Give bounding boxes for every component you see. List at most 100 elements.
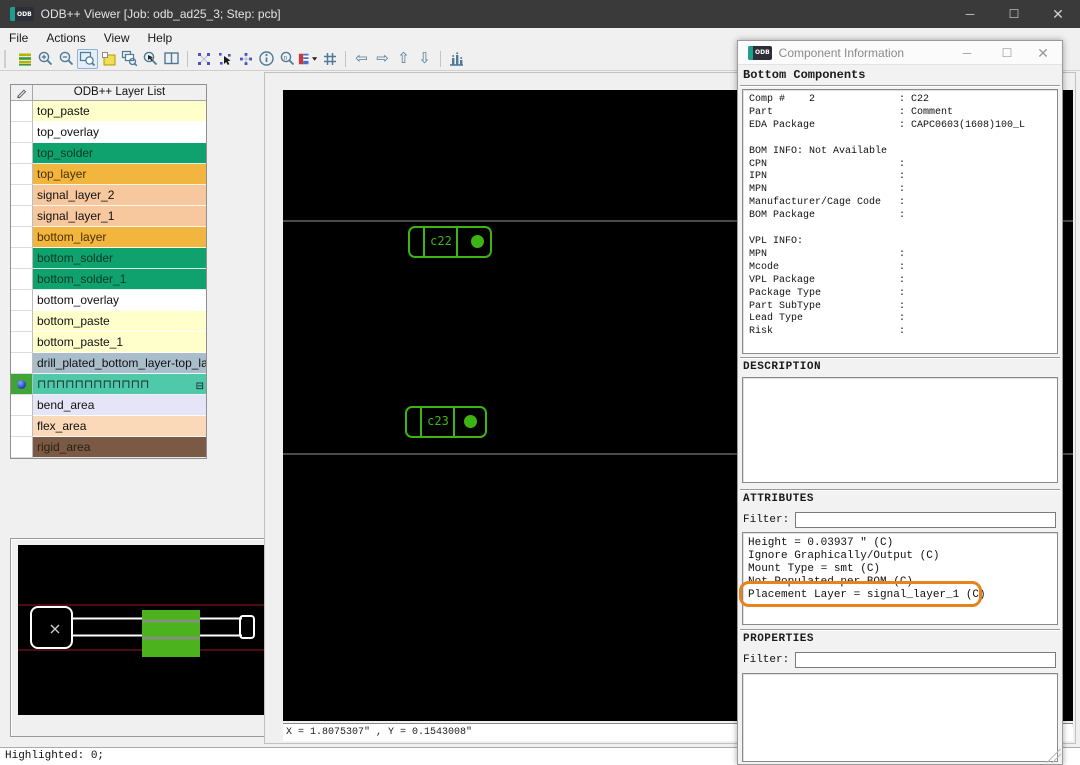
- layer-row[interactable]: bottom_overlay: [11, 290, 206, 311]
- layer-toggle-cell[interactable]: [11, 332, 33, 353]
- layer-toggle-cell[interactable]: [11, 143, 33, 164]
- layer-row[interactable]: bottom_solder_1: [11, 269, 206, 290]
- layer-row[interactable]: drill_plated_bottom_layer-top_layer: [11, 353, 206, 374]
- layer-name[interactable]: signal_layer_1: [33, 206, 206, 227]
- info-icon[interactable]: [256, 49, 277, 69]
- layer-name[interactable]: top_overlay: [33, 122, 206, 143]
- layer-toggle-cell[interactable]: [11, 185, 33, 206]
- layer-name[interactable]: top_paste: [33, 101, 206, 122]
- layer-toggle-cell[interactable]: [11, 290, 33, 311]
- menu-help[interactable]: Help: [139, 30, 182, 46]
- menu-view[interactable]: View: [95, 30, 139, 46]
- zoom-window-icon[interactable]: [77, 49, 98, 69]
- snapshot-icon[interactable]: [98, 49, 119, 69]
- layer-name[interactable]: ⊓⊓⊓⊓⊓⊓⊓⊓⊓⊓⊓⊓⊟: [33, 374, 206, 395]
- zoom-in-icon[interactable]: [35, 49, 56, 69]
- active-layer-dot: [17, 380, 26, 389]
- layer-row[interactable]: bottom_solder: [11, 248, 206, 269]
- layer-row[interactable]: bend_area: [11, 395, 206, 416]
- dialog-close-button[interactable]: ✕: [1028, 41, 1058, 65]
- close-button[interactable]: ✕: [1036, 0, 1080, 28]
- dialog-resize-grip[interactable]: [1047, 749, 1061, 763]
- layer-toggle-cell[interactable]: [11, 227, 33, 248]
- grid-icon[interactable]: [319, 49, 340, 69]
- layer-name[interactable]: bottom_paste: [33, 311, 206, 332]
- layer-toggle-cell[interactable]: [11, 437, 33, 458]
- component-c23[interactable]: c23: [405, 406, 487, 438]
- layer-name[interactable]: bottom_paste_1: [33, 332, 206, 353]
- menu-actions[interactable]: Actions: [37, 30, 94, 46]
- layer-name[interactable]: bottom_overlay: [33, 290, 206, 311]
- layer-row[interactable]: ⊓⊓⊓⊓⊓⊓⊓⊓⊓⊓⊓⊓⊟: [11, 374, 206, 395]
- layer-name[interactable]: bottom_layer: [33, 227, 206, 248]
- pen-icon[interactable]: [11, 85, 33, 100]
- graphic-filter-icon[interactable]: [298, 49, 319, 69]
- layer-name[interactable]: drill_plated_bottom_layer-top_layer: [33, 353, 206, 374]
- zoom-select-icon[interactable]: [140, 49, 161, 69]
- nav-right-icon[interactable]: ⇨: [372, 49, 393, 69]
- component-c22[interactable]: c22: [408, 226, 492, 258]
- split-view-icon[interactable]: [161, 49, 182, 69]
- layer-toggle-cell[interactable]: [11, 206, 33, 227]
- layer-name[interactable]: top_layer: [33, 164, 206, 185]
- layer-name[interactable]: flex_area: [33, 416, 206, 437]
- attribute-item[interactable]: Ignore Graphically/Output (C): [743, 550, 1057, 563]
- layer-toggle-cell[interactable]: [11, 416, 33, 437]
- layer-row[interactable]: bottom_paste: [11, 311, 206, 332]
- layer-row[interactable]: top_solder: [11, 143, 206, 164]
- layer-list-icon[interactable]: [14, 49, 35, 69]
- layer-name[interactable]: bottom_solder: [33, 248, 206, 269]
- attributes-list: Height = 0.03937 " (C)Ignore Graphically…: [742, 532, 1058, 625]
- maximize-button[interactable]: ☐: [992, 0, 1036, 28]
- layer-row[interactable]: top_paste: [11, 101, 206, 122]
- nav-down-icon[interactable]: ⇩: [414, 49, 435, 69]
- layer-toggle-cell[interactable]: [11, 311, 33, 332]
- dialog-maximize-button[interactable]: ☐: [992, 41, 1022, 65]
- layer-toggle-cell[interactable]: [11, 164, 33, 185]
- layer-toggle-cell[interactable]: [11, 248, 33, 269]
- layer-name[interactable]: top_solder: [33, 143, 206, 164]
- attribute-item[interactable]: Placement Layer = signal_layer_1 (C): [743, 589, 1057, 602]
- layer-row[interactable]: bottom_paste_1: [11, 332, 206, 353]
- layer-row[interactable]: signal_layer_2: [11, 185, 206, 206]
- measure-points-icon[interactable]: [193, 49, 214, 69]
- properties-filter-input[interactable]: [795, 652, 1056, 668]
- dialog-minimize-button[interactable]: ─: [952, 41, 982, 65]
- layer-row[interactable]: rigid_area: [11, 437, 206, 458]
- histogram-icon[interactable]: [446, 49, 467, 69]
- layer-row[interactable]: top_overlay: [11, 122, 206, 143]
- board-preview-thumbnail[interactable]: [18, 545, 264, 715]
- layer-toggle-cell[interactable]: [11, 269, 33, 290]
- nav-up-icon[interactable]: ⇧: [393, 49, 414, 69]
- attribute-item[interactable]: Mount Type = smt (C): [743, 563, 1057, 576]
- zoom-out-icon[interactable]: [56, 49, 77, 69]
- attribute-item[interactable]: Height = 0.03937 " (C): [743, 533, 1057, 550]
- attribute-item[interactable]: Not Populated per BOM (C): [743, 576, 1057, 589]
- layer-name[interactable]: signal_layer_2: [33, 185, 206, 206]
- select-pointer-icon[interactable]: [214, 49, 235, 69]
- align-points-icon[interactable]: [235, 49, 256, 69]
- dialog-title-bar[interactable]: ODB Component Information ─ ☐ ✕: [738, 41, 1062, 65]
- layer-toggle-cell[interactable]: [11, 122, 33, 143]
- layer-name[interactable]: rigid_area: [33, 437, 206, 458]
- layer-row[interactable]: bottom_layer: [11, 227, 206, 248]
- layer-toggle-cell[interactable]: [11, 395, 33, 416]
- layer-row[interactable]: top_layer: [11, 164, 206, 185]
- layer-name[interactable]: bend_area: [33, 395, 206, 416]
- menu-file[interactable]: File: [0, 30, 37, 46]
- dialog-app-icon: ODB: [748, 46, 772, 60]
- nav-left-icon[interactable]: ⇦: [351, 49, 372, 69]
- toolbar-grip[interactable]: [4, 50, 8, 68]
- layer-row[interactable]: flex_area: [11, 416, 206, 437]
- active-layer-indicator[interactable]: [11, 374, 33, 395]
- component-information-dialog: ODB Component Information ─ ☐ ✕ Bottom C…: [737, 40, 1063, 765]
- layer-toggle-cell[interactable]: [11, 101, 33, 122]
- pan-window-icon[interactable]: [119, 49, 140, 69]
- board-preview-panel[interactable]: [10, 538, 272, 737]
- layer-toggle-cell[interactable]: [11, 353, 33, 374]
- layer-name[interactable]: bottom_solder_1: [33, 269, 206, 290]
- layer-row[interactable]: signal_layer_1: [11, 206, 206, 227]
- minimize-button[interactable]: ─: [948, 0, 992, 28]
- find-symbol-icon[interactable]: n: [277, 49, 298, 69]
- attributes-filter-input[interactable]: [795, 512, 1056, 528]
